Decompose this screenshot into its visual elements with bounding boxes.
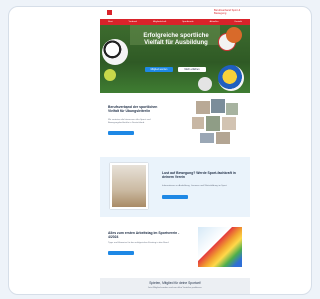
newsletter-banner: Spielen, Mitglied für deine Sportart! Je… — [100, 278, 250, 294]
section-association: Berufsverband der sportlichen Vielfalt f… — [100, 97, 250, 155]
nav-item[interactable]: Start — [108, 21, 113, 23]
hero-primary-button[interactable]: Mitglied werden — [145, 67, 173, 72]
section-careers: Lust auf Bewegung? Werde Sport-fachkraft… — [100, 157, 250, 217]
site-header: Berufsverband Sport & Bewegung — [100, 7, 250, 19]
section-title: Alles zum ersten Arbeitstag im Sportvere… — [108, 231, 180, 240]
photo-image — [216, 132, 230, 144]
section-button[interactable] — [108, 131, 134, 135]
banner-title: Spielen, Mitglied für deine Sportart! — [149, 281, 201, 285]
photo-image — [226, 103, 238, 115]
section-text: Tipps und Hinweise für den erfolgreichen… — [108, 242, 170, 244]
hero-title: Erfolgreiche sportliche Vielfalt für Aus… — [143, 33, 209, 46]
section-text: Wir vertreten die Interessen aller Sport… — [108, 119, 151, 124]
section-title: Berufsverband der sportlichen Vielfalt f… — [108, 105, 158, 114]
photo-image — [196, 101, 210, 114]
preview-card: Berufsverband Sport & Bewegung Start Ver… — [8, 6, 312, 295]
photo-image — [222, 117, 236, 130]
section-text: Informationen zu Ausbildung, Lizenzen un… — [162, 185, 228, 187]
section-button[interactable] — [162, 195, 188, 199]
nav-item[interactable]: Mitgliedschaft — [153, 21, 166, 23]
nav-item[interactable]: Kontakt — [235, 21, 242, 23]
soccer-ball-icon — [102, 39, 128, 65]
banner-text: Jetzt Mitglied werden und von allen Vort… — [147, 287, 203, 289]
hero-secondary-button[interactable]: Mehr erfahren — [178, 67, 206, 72]
hero-banner: Erfolgreiche sportliche Vielfalt für Aus… — [100, 25, 250, 93]
photo-image — [192, 117, 204, 129]
section-button[interactable] — [108, 251, 134, 255]
nav-item[interactable]: Verband — [129, 21, 137, 23]
logo-icon[interactable] — [107, 10, 112, 15]
nav-item[interactable]: Aktuelles — [210, 21, 219, 23]
ball-icon — [198, 77, 212, 91]
website-preview: Berufsverband Sport & Bewegung Start Ver… — [100, 7, 250, 294]
photo-image — [206, 116, 220, 131]
basketball-icon — [226, 27, 242, 43]
brand-text: Berufsverband Sport & Bewegung — [214, 9, 241, 15]
photo-image — [211, 99, 225, 113]
volleyball-icon — [218, 65, 244, 91]
photo-image — [110, 163, 148, 209]
illustration-image — [198, 227, 242, 267]
section-article: Alles zum ersten Arbeitstag im Sportvere… — [100, 221, 250, 273]
photo-image — [200, 133, 214, 143]
tennis-ball-icon — [104, 69, 116, 81]
section-title: Lust auf Bewegung? Werde Sport-fachkraft… — [162, 171, 236, 180]
nav-item[interactable]: Sportberufe — [182, 21, 193, 23]
